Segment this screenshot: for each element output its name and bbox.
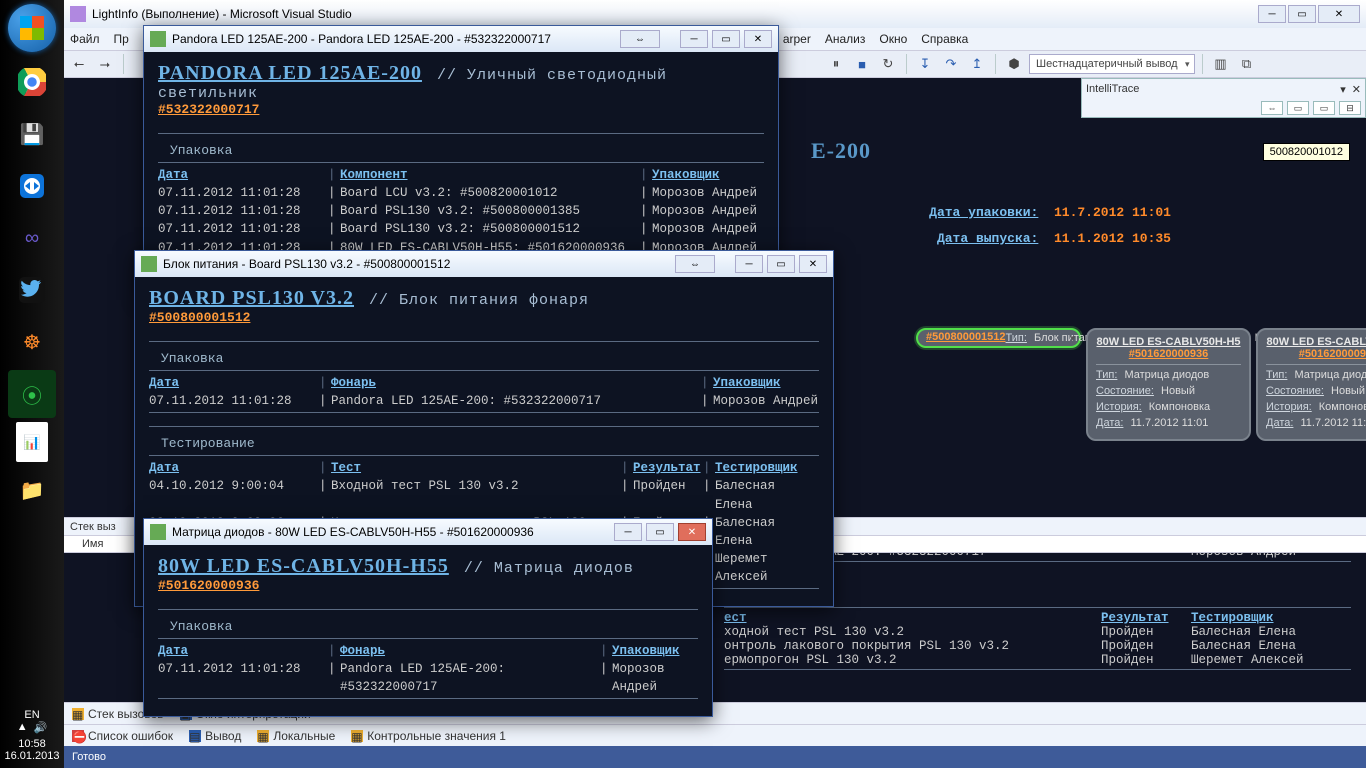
win1-close[interactable]: ✕: [744, 30, 772, 48]
tb-hex-select[interactable]: Шестнадцатеричный вывод: [1029, 54, 1195, 74]
win3-title: Матрица диодов - 80W LED ES-CABLV50H-H55…: [172, 525, 534, 539]
tray-time[interactable]: 10:58: [4, 738, 59, 750]
tb-step-into-icon[interactable]: ↧: [914, 53, 936, 75]
tb-nav-fwd[interactable]: ⭢: [94, 53, 116, 75]
vs-close-button[interactable]: ✕: [1318, 5, 1360, 23]
twitter-icon[interactable]: [8, 266, 56, 314]
explorer-icon[interactable]: 📁: [8, 466, 56, 514]
win1-max[interactable]: ▭: [712, 30, 740, 48]
vs-app-icon: [70, 6, 86, 22]
win2-min[interactable]: ─: [735, 255, 763, 273]
tab-errors[interactable]: ⛔Список ошибок: [64, 725, 181, 746]
it-btn-4[interactable]: ⊟: [1339, 101, 1361, 115]
window-led: Матрица диодов - 80W LED ES-CABLV50H-H55…: [143, 518, 713, 717]
tray-lang[interactable]: EN: [4, 709, 59, 721]
vs-max-button[interactable]: ▭: [1288, 5, 1316, 23]
app-icon: [150, 524, 166, 540]
callstack-col-name: Имя: [82, 538, 103, 550]
component-card[interactable]: Board PSL130 v3.2#500800001512 Тип: Блок…: [916, 328, 1081, 348]
panel-close-icon[interactable]: ✕: [1352, 83, 1361, 96]
vs-min-button[interactable]: ─: [1258, 5, 1286, 23]
tray-flag-icon[interactable]: ▲: [17, 721, 28, 734]
win2-title: Блок питания - Board PSL130 v3.2 - #5008…: [163, 257, 450, 271]
app-icon: [141, 256, 157, 272]
menu-window[interactable]: Окно: [879, 32, 907, 46]
it-btn-2[interactable]: ▭: [1287, 101, 1309, 115]
tb-restart-icon[interactable]: ↻: [877, 53, 899, 75]
win3-min[interactable]: ─: [614, 523, 642, 541]
win2-back[interactable]: ⇔: [675, 255, 715, 273]
win1-back[interactable]: ⇔: [620, 30, 660, 48]
tooltip: 500820001012: [1263, 143, 1350, 161]
win2-max[interactable]: ▭: [767, 255, 795, 273]
app-icon-2[interactable]: ⦿: [8, 370, 56, 418]
tray-date[interactable]: 16.01.2013: [4, 750, 59, 762]
vs-title: LightInfo (Выполнение) - Microsoft Visua…: [92, 7, 352, 21]
panel-dropdown-icon[interactable]: ▾: [1340, 83, 1346, 96]
win1-serial[interactable]: #532322000717: [158, 102, 764, 117]
tb-stop-icon[interactable]: ■: [851, 53, 873, 75]
component-card[interactable]: 80W LED ES-CABLV50H-H5#501620000907 Тип:…: [1256, 328, 1366, 441]
menu-file[interactable]: Файл: [70, 32, 100, 46]
bg-title: E-200: [811, 138, 871, 164]
bg-dates: Дата упаковки: 11.7.2012 11:01 Дата выпу…: [751, 200, 1171, 252]
intellitrace-title: IntelliTrace: [1086, 83, 1340, 95]
start-button[interactable]: [8, 4, 56, 52]
win2-close[interactable]: ✕: [799, 255, 827, 273]
tab-watch[interactable]: ▦Контрольные значения 1: [343, 725, 514, 746]
tb-nav-back[interactable]: ⭠: [68, 53, 90, 75]
chrome-icon[interactable]: [8, 58, 56, 106]
component-card[interactable]: 80W LED ES-CABLV50H-H5#501620000936 Тип:…: [1086, 328, 1251, 441]
win1-title: Pandora LED 125AE-200 - Pandora LED 125A…: [172, 32, 551, 46]
windows-logo-icon: [20, 16, 44, 40]
win1-min[interactable]: ─: [680, 30, 708, 48]
statusbar: Готово: [64, 746, 1366, 768]
tb-hex-icon[interactable]: ⬢: [1003, 53, 1025, 75]
taskbar: 💾 ∞ ☸ ⦿ 📊 📁 EN ▲ 🔊 10:58 16.01.2013: [0, 0, 64, 768]
tray-volume-icon[interactable]: 🔊: [34, 721, 48, 734]
menu-resharper[interactable]: arper: [783, 32, 811, 46]
bg-test-section: естРезультатТестировщик ходной тест PSL …: [724, 605, 1351, 673]
visual-studio-icon[interactable]: ∞: [8, 214, 56, 262]
tb-step-over-icon[interactable]: ↷: [940, 53, 962, 75]
save-all-icon[interactable]: 💾: [8, 110, 56, 158]
it-btn-3[interactable]: ▭: [1313, 101, 1335, 115]
win3-serial[interactable]: #501620000936: [158, 578, 698, 593]
teamviewer-icon[interactable]: [8, 162, 56, 210]
app-icon: [150, 31, 166, 47]
tb-step-out-icon[interactable]: ↥: [966, 53, 988, 75]
tb-pause-icon[interactable]: ⏸: [825, 53, 847, 75]
system-tray: EN ▲ 🔊 10:58 16.01.2013: [4, 705, 59, 768]
it-btn-1[interactable]: ⇔: [1261, 101, 1283, 115]
menu-edit[interactable]: Пр: [114, 32, 129, 46]
app-icon-1[interactable]: ☸: [8, 318, 56, 366]
tb-extra-1[interactable]: ▥: [1210, 53, 1232, 75]
win3-close[interactable]: ✕: [678, 523, 706, 541]
vs-titlebar: LightInfo (Выполнение) - Microsoft Visua…: [64, 0, 1366, 28]
app-icon-3[interactable]: 📊: [16, 422, 48, 462]
intellitrace-panel: IntelliTrace▾ ✕ ⇔ ▭ ▭ ⊟: [1081, 78, 1366, 118]
win2-serial[interactable]: #500800001512: [149, 310, 819, 325]
win3-max[interactable]: ▭: [646, 523, 674, 541]
menu-analyze[interactable]: Анализ: [825, 32, 866, 46]
tab-output[interactable]: ▤Вывод: [181, 725, 249, 746]
menu-help[interactable]: Справка: [921, 32, 968, 46]
tb-extra-2[interactable]: ⧉: [1236, 53, 1258, 75]
tab-locals[interactable]: ▦Локальные: [249, 725, 343, 746]
